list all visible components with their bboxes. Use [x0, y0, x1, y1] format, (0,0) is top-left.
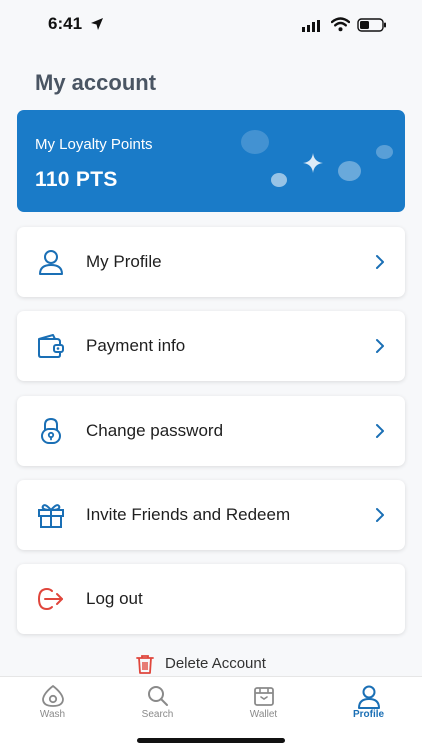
tab-label: Search: [141, 709, 174, 720]
status-bar: 6:41: [0, 0, 422, 52]
chevron-right-icon: [376, 255, 384, 269]
chevron-right-icon: [376, 424, 384, 438]
menu-item-label: Payment info: [86, 336, 186, 355]
decorative-bubble: [338, 161, 361, 181]
tab-wash[interactable]: Wash: [0, 677, 105, 727]
eye-drop-icon: [41, 685, 64, 707]
tab-wallet[interactable]: Wallet: [211, 677, 316, 727]
menu-item-label: Change password: [86, 421, 224, 440]
menu-item-label: My Profile: [86, 252, 162, 271]
person-icon: [357, 685, 380, 709]
tab-label: Wallet: [249, 709, 278, 720]
menu-item-label: Invite Friends and Redeem: [86, 505, 291, 524]
menu-item-label: Log out: [86, 589, 143, 608]
search-icon: [147, 686, 168, 706]
logout-icon: [37, 587, 63, 611]
loyalty-points-label: My Loyalty Points: [35, 136, 153, 153]
menu-item-payment-info[interactable]: Payment info: [17, 311, 405, 381]
chevron-right-icon: [376, 339, 384, 353]
battery-icon: [357, 18, 386, 32]
wifi-icon: [331, 17, 350, 32]
trash-icon: [136, 655, 154, 674]
status-time: 6:41: [48, 14, 83, 33]
page-title: My account: [35, 70, 157, 95]
decorative-bubble: [376, 145, 393, 159]
chevron-right-icon: [376, 508, 384, 522]
tab-label: Wash: [39, 709, 66, 720]
wallet-icon: [38, 334, 64, 358]
home-indicator: [137, 738, 285, 743]
cellular-signal-icon: [302, 20, 320, 32]
sparkle-icon: [303, 153, 323, 173]
decorative-bubble: [241, 130, 269, 154]
loyalty-points-value: 110 PTS: [35, 168, 118, 191]
loyalty-points-card[interactable]: My Loyalty Points 110 PTS: [17, 110, 405, 212]
wallet-tab-icon: [253, 687, 274, 706]
lock-icon: [41, 418, 61, 444]
menu-item-log-out[interactable]: Log out: [17, 564, 405, 634]
location-arrow-icon: [91, 18, 103, 30]
my-account-screen: 6:41 My account My Loyalty Points 110 PT…: [0, 0, 422, 750]
gift-icon: [38, 504, 64, 528]
menu-item-my-profile[interactable]: My Profile: [17, 227, 405, 297]
delete-account-label: Delete Account: [165, 655, 266, 672]
decorative-bubble: [271, 173, 287, 187]
menu-item-change-password[interactable]: Change password: [17, 396, 405, 466]
tab-search[interactable]: Search: [105, 677, 210, 727]
tab-label: Profile: [352, 709, 385, 720]
person-icon: [39, 250, 63, 275]
tab-profile[interactable]: Profile: [316, 677, 421, 727]
menu-item-invite-friends[interactable]: Invite Friends and Redeem: [17, 480, 405, 550]
